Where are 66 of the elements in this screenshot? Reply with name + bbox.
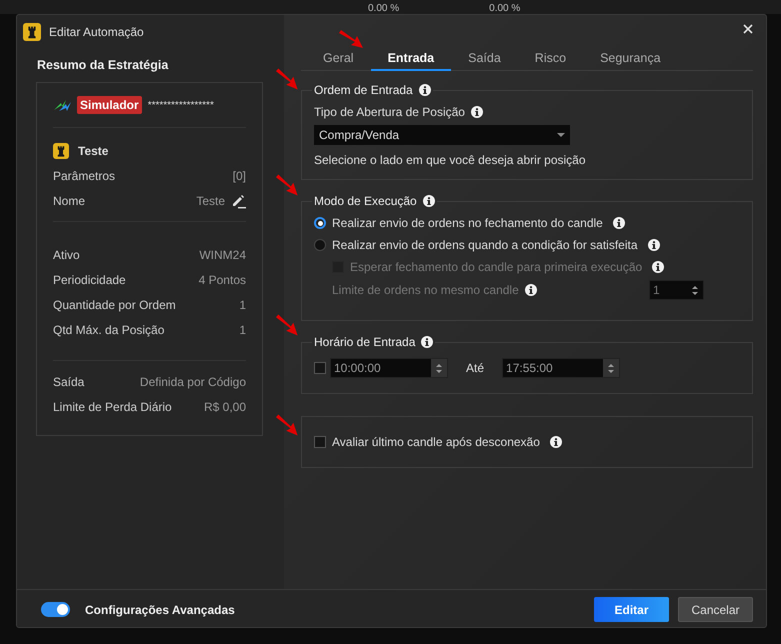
pointer-arrow-icon <box>339 28 365 50</box>
checkbox-label: Esperar fechamento do candle para primeira execução <box>350 260 642 274</box>
position-type-dropdown[interactable]: Compra/Venda <box>314 125 570 145</box>
row-value: [0] <box>232 168 246 182</box>
tab[interactable]: Entrada <box>370 51 452 71</box>
row-label: Saída <box>53 374 84 388</box>
radio-button[interactable] <box>314 217 326 229</box>
info-icon <box>524 284 537 296</box>
strategy-name: Teste <box>78 144 108 158</box>
field-label: Tipo de Abertura de Posição <box>314 105 465 119</box>
toggle-label: Configurações Avançadas <box>85 602 235 616</box>
row-value: R$ 0,00 <box>204 400 246 414</box>
row-value: 1 <box>239 322 246 336</box>
option-label: Realizar envio de ordens no fechamento do candle <box>332 216 603 230</box>
info-icon <box>550 436 562 448</box>
edit-button[interactable]: Editar <box>594 597 669 622</box>
row-label: Ativo <box>53 248 80 262</box>
row-value: Teste <box>196 194 225 208</box>
order-limit-spinbox: 1 <box>649 280 704 300</box>
checkbox[interactable] <box>314 436 326 448</box>
time-spinbox[interactable]: 10:00:00 <box>330 358 448 378</box>
row-label: Periodicidade <box>53 272 126 286</box>
info-icon <box>470 106 483 118</box>
radio-button[interactable] <box>314 239 326 251</box>
checkbox-label: Avaliar último candle após desconexão <box>332 435 540 449</box>
row-label: Quantidade por Ordem <box>53 298 176 312</box>
row-value: Definida por Código <box>140 374 246 388</box>
info-icon <box>648 239 660 251</box>
percent-value: 0.00 % <box>489 4 520 14</box>
row-label: Qtd Máx. da Posição <box>53 322 164 336</box>
group-title: Horário de Entrada <box>314 335 416 349</box>
info-icon <box>422 195 435 207</box>
row-label: Limite de Perda Diário <box>53 400 172 414</box>
row-label: Nome <box>53 194 86 208</box>
time-spinbox[interactable]: 17:55:00 <box>502 358 620 378</box>
tab[interactable]: Saída <box>451 51 518 71</box>
rook-icon <box>53 143 69 159</box>
close-icon[interactable] <box>743 24 753 34</box>
checkbox[interactable] <box>314 362 326 374</box>
toggle-switch[interactable] <box>41 602 70 617</box>
row-value: WINM24 <box>199 248 246 262</box>
tab[interactable]: Geral <box>306 51 371 71</box>
rook-icon <box>23 23 41 41</box>
option-label: Realizar envio de ordens quando a condição for satisfeita <box>332 238 638 252</box>
row-value: 4 Pontos <box>198 272 246 286</box>
info-icon <box>652 261 664 273</box>
info-icon <box>421 336 434 348</box>
row-value: 1 <box>239 298 246 312</box>
lightning-icon <box>53 98 71 112</box>
hint-text: Selecione o lado em que você deseja abrir posição <box>314 153 586 167</box>
percent-value: 0.00 % <box>368 4 400 14</box>
account-id: ***************** <box>148 100 214 110</box>
tab[interactable]: Segurança <box>583 51 678 71</box>
field-label: Limite de ordens no mesmo candle <box>332 283 519 297</box>
info-icon <box>418 84 431 96</box>
summary-heading: Resumo da Estratégia <box>37 58 170 72</box>
window-title: Editar Automação <box>49 25 144 39</box>
cancel-button[interactable]: Cancelar <box>678 597 753 622</box>
account-badge: Simulador <box>77 96 142 114</box>
group-title: Ordem de Entrada <box>314 83 413 97</box>
row-label: Parâmetros <box>53 168 116 182</box>
pencil-icon <box>230 192 246 208</box>
group-title: Modo de Execução <box>314 194 417 208</box>
info-icon <box>612 217 625 229</box>
tab[interactable]: Risco <box>518 51 584 71</box>
time-separator: Até <box>466 361 484 375</box>
